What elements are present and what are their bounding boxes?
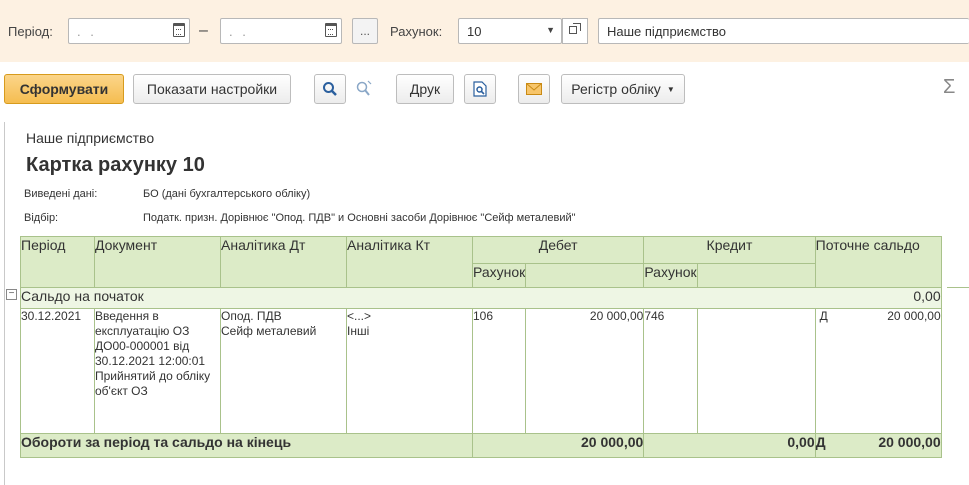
opening-balance-label: Сальдо на початок [21, 288, 144, 304]
col-balance: Поточне сальдо [814, 236, 942, 288]
report-company: Наше підприємство [26, 130, 155, 146]
document-line: Введення в [95, 309, 159, 323]
col-debit-account: Рахунок [471, 263, 527, 288]
row-balance-side: Д [819, 309, 828, 323]
document-line: 30.12.2021 12:00:01 [95, 354, 206, 368]
col-debit: Дебет [471, 236, 645, 264]
period-label: Період: [8, 24, 53, 39]
calendar-icon[interactable] [325, 23, 337, 37]
date-to-field[interactable]: . . [220, 18, 342, 44]
organization-field[interactable]: Наше підприємство [598, 18, 969, 44]
totals-balance: Д 20 000,00 [814, 433, 942, 458]
register-label: Регістр обліку [571, 81, 661, 97]
print-label: Друк [409, 81, 441, 97]
search-settings-button[interactable] [350, 74, 378, 104]
print-preview-icon [473, 81, 487, 97]
print-button[interactable]: Друк [396, 74, 454, 104]
row-analytics-kt: <...> Інші [346, 308, 473, 434]
calendar-icon[interactable] [173, 23, 185, 37]
date-from-value: . . [77, 23, 97, 39]
filter-value: Податк. призн. Дорівнює "Опод. ПДВ" и Ос… [143, 212, 576, 224]
row-credit-amount [696, 308, 816, 434]
row-document[interactable]: Введення в експлуатацію ОЗ ДО00-000001 в… [94, 308, 221, 434]
search-icon [323, 82, 337, 96]
col-analytics-kt: Аналітика Кт [346, 236, 473, 288]
row-balance: Д 20 000,00 [814, 308, 942, 434]
preview-button[interactable] [464, 74, 496, 104]
totals-row: Обороти за період та сальдо на кінець 20… [20, 433, 942, 458]
period-select-button[interactable]: ... [352, 18, 378, 44]
totals-balance-side: Д [815, 434, 826, 450]
filter-label: Відбір: [24, 212, 59, 224]
sum-icon[interactable]: Σ [943, 76, 955, 99]
opening-balance-value: 0,00 [815, 287, 942, 309]
totals-balance-amount: 20 000,00 [878, 434, 941, 450]
table-row[interactable]: 30.12.2021 Введення в експлуатацію ОЗ ДО… [20, 308, 942, 434]
report-title: Картка рахунку 10 [26, 154, 205, 176]
col-credit: Кредит [643, 236, 816, 264]
row-debit-amount: 20 000,00 [525, 308, 645, 434]
account-label: Рахунок: [390, 24, 443, 39]
opening-balance-row: Сальдо на початок 0,00 [20, 287, 942, 309]
generate-button[interactable]: Сформувати [4, 74, 124, 104]
totals-credit: 0,00 [643, 433, 816, 458]
document-line: об'єкт ОЗ [95, 384, 148, 398]
open-account-button[interactable] [562, 18, 588, 44]
ellipsis-label: ... [359, 24, 370, 38]
document-line: ДО00-000001 від [95, 339, 190, 353]
document-line: Прийнятий до обліку [95, 369, 211, 383]
search-button[interactable] [314, 74, 346, 104]
chevron-down-icon: ▼ [666, 84, 675, 94]
organization-value: Наше підприємство [607, 23, 726, 39]
envelope-icon [526, 83, 542, 95]
account-value: 10 [467, 23, 482, 39]
register-dropdown-button[interactable]: Регістр обліку ▼ [561, 74, 685, 104]
col-analytics-dt: Аналітика Дт [220, 236, 347, 288]
date-to-value: . . [229, 23, 249, 39]
totals-debit: 20 000,00 [471, 433, 645, 458]
email-button[interactable] [518, 74, 550, 104]
row-balance-amount: 20 000,00 [887, 309, 941, 323]
document-line: експлуатацію ОЗ [95, 324, 190, 338]
col-document: Документ [94, 236, 221, 288]
generate-label: Сформувати [19, 81, 109, 97]
account-field[interactable]: 10 ▼ [458, 18, 562, 44]
account-card-table: Період Документ Аналітика Дт Аналітика К… [20, 236, 942, 458]
row-credit-account: 746 [643, 308, 698, 434]
period-dash: – [199, 22, 208, 39]
show-settings-button[interactable]: Показати настройки [133, 74, 291, 104]
dropdown-arrow-icon[interactable]: ▼ [546, 25, 555, 35]
date-from-field[interactable]: . . [68, 18, 190, 44]
search-cancel-icon [356, 80, 372, 96]
row-period: 30.12.2021 [20, 308, 95, 434]
data-value: БО (дані бухгалтерського обліку) [143, 188, 311, 200]
row-debit-account: 106 [471, 308, 527, 434]
row-analytics-dt: Опод. ПДВ Сейф металевий [220, 308, 347, 434]
totals-label: Обороти за період та сальдо на кінець [20, 433, 473, 458]
col-credit-account: Рахунок [643, 263, 698, 288]
show-settings-label: Показати настройки [146, 81, 278, 97]
collapse-toggle-icon[interactable]: − [6, 289, 17, 300]
data-label: Виведені дані: [24, 188, 98, 200]
col-period: Період [20, 236, 95, 288]
